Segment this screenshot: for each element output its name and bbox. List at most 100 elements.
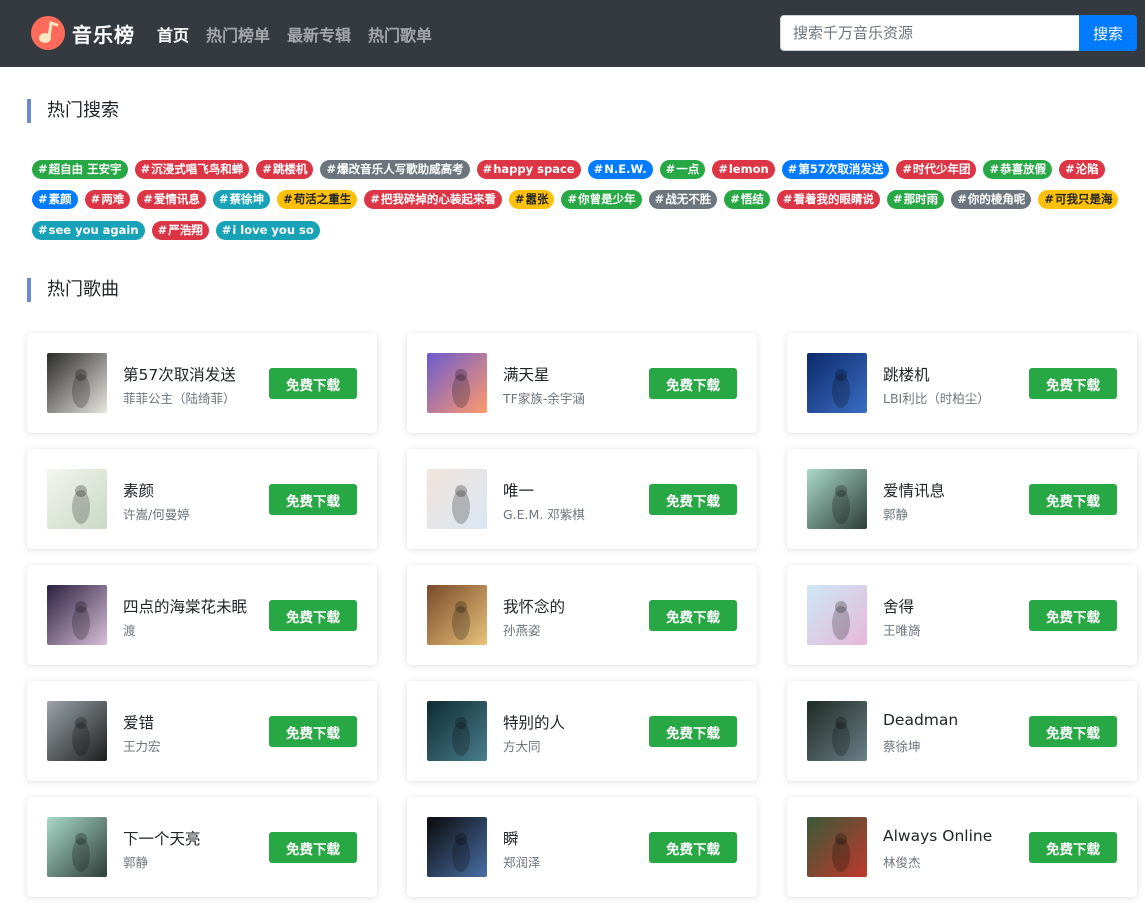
song-title[interactable]: 我怀念的 xyxy=(503,595,565,617)
search-button[interactable]: 搜索 xyxy=(1079,15,1137,51)
album-cover[interactable] xyxy=(47,817,107,877)
hot-search-tag[interactable]: #爱情讯息 xyxy=(137,190,206,209)
song-card[interactable]: 爱错 王力宏 免费下载 xyxy=(27,681,377,781)
album-cover[interactable] xyxy=(807,353,867,413)
song-card[interactable]: 四点的海棠花未眠渡 免费下载 xyxy=(27,565,377,665)
free-download-button[interactable]: 免费下载 xyxy=(269,832,357,863)
hot-search-tag[interactable]: #沉浸式唱飞鸟和蝉 xyxy=(134,160,250,179)
hot-search-tag[interactable]: #严浩翔 xyxy=(151,221,209,240)
song-card[interactable]: 满天星 TF家族-余宇涵 免费下载 xyxy=(407,333,757,433)
free-download-button[interactable]: 免费下载 xyxy=(1029,716,1117,747)
free-download-button[interactable]: 免费下载 xyxy=(649,600,737,631)
album-cover[interactable] xyxy=(47,353,107,413)
hot-search-tag[interactable]: #i love you so xyxy=(215,221,320,240)
hot-search-tag[interactable]: #时代少年团 xyxy=(896,160,977,179)
free-download-button[interactable]: 免费下载 xyxy=(1029,600,1117,631)
album-cover[interactable] xyxy=(47,701,107,761)
album-cover[interactable] xyxy=(427,701,487,761)
album-cover[interactable] xyxy=(807,701,867,761)
hot-search-tag[interactable]: #lemon xyxy=(712,160,775,179)
free-download-button[interactable]: 免费下载 xyxy=(649,368,737,399)
hot-search-tag[interactable]: #嚣张 xyxy=(508,190,555,209)
song-card[interactable]: 素颜许嵩/何曼婷 免费下载 xyxy=(27,449,377,549)
hot-search-tag[interactable]: #你曾是少年 xyxy=(561,190,642,209)
nav-hot-playlists[interactable]: 热门歌单 xyxy=(368,22,432,46)
song-card[interactable]: 下一个天亮 郭静 免费下载 xyxy=(27,797,377,897)
nav-hot-charts[interactable]: 热门榜单 xyxy=(206,22,270,46)
tag-label: happy space xyxy=(493,162,575,176)
hot-search-tag[interactable]: #一点 xyxy=(659,160,706,179)
album-cover[interactable] xyxy=(807,585,867,645)
hot-search-tag[interactable]: #happy space xyxy=(476,160,581,179)
free-download-button[interactable]: 免费下载 xyxy=(1029,484,1117,515)
hot-search-tag[interactable]: #see you again xyxy=(32,221,145,240)
song-title[interactable]: 满天星 xyxy=(503,363,550,385)
song-title[interactable]: 下一个天亮 xyxy=(123,827,201,849)
free-download-button[interactable]: 免费下载 xyxy=(649,484,737,515)
free-download-button[interactable]: 免费下载 xyxy=(269,484,357,515)
song-title[interactable]: 爱情讯息 xyxy=(883,479,945,501)
song-title[interactable]: 特别的人 xyxy=(503,711,565,733)
hot-search-tag[interactable]: #素颜 xyxy=(32,190,78,209)
free-download-button[interactable]: 免费下载 xyxy=(649,716,737,747)
free-download-button[interactable]: 免费下载 xyxy=(1029,368,1117,399)
song-title[interactable]: Always Online xyxy=(883,827,992,845)
song-card[interactable]: 第57次取消发送 菲菲公主（陆绮菲） 免费下载 xyxy=(27,333,377,433)
free-download-button[interactable]: 免费下载 xyxy=(269,368,357,399)
song-card[interactable]: Always Online 林俊杰 免费下载 xyxy=(787,797,1137,897)
hot-search-tag[interactable]: #N.E.W. xyxy=(587,160,653,179)
album-cover[interactable] xyxy=(427,585,487,645)
album-cover[interactable] xyxy=(47,469,107,529)
song-card[interactable]: 跳楼机 LBI利比（时柏尘） 免费下载 xyxy=(787,333,1137,433)
song-card[interactable]: 特别的人 方大同 免费下载 xyxy=(407,681,757,781)
album-cover[interactable] xyxy=(807,817,867,877)
free-download-button[interactable]: 免费下载 xyxy=(269,716,357,747)
hot-search-tag[interactable]: #那时雨 xyxy=(887,190,945,209)
song-title[interactable]: 瞬 xyxy=(503,827,519,849)
hot-search-tag[interactable]: #战无不胜 xyxy=(648,190,718,209)
song-card[interactable]: 瞬郑润泽 免费下载 xyxy=(407,797,757,897)
free-download-button[interactable]: 免费下载 xyxy=(269,600,357,631)
song-card[interactable]: Deadman 蔡徐坤 免费下载 xyxy=(787,681,1137,781)
album-cover[interactable] xyxy=(427,469,487,529)
hash-icon: # xyxy=(262,162,272,176)
hot-search-tag[interactable]: #第57次取消发送 xyxy=(781,160,890,179)
album-cover[interactable] xyxy=(427,353,487,413)
song-card[interactable]: 我怀念的 孙燕姿 免费下载 xyxy=(407,565,757,665)
song-title[interactable]: 跳楼机 xyxy=(883,363,930,385)
hot-search-tag[interactable]: #超自由 王安宇 xyxy=(32,160,128,179)
hot-search-tag[interactable]: #可我只是海 xyxy=(1038,190,1119,209)
hot-search-tag[interactable]: #爆改音乐人写歌助威高考 xyxy=(320,160,470,179)
song-title[interactable]: Deadman xyxy=(883,711,958,729)
hot-search-tag[interactable]: #沦陷 xyxy=(1059,160,1105,179)
song-card[interactable]: 舍得 王唯旖 免费下载 xyxy=(787,565,1137,665)
song-title[interactable]: 四点的海棠花未眠 xyxy=(123,595,247,617)
hot-search-tag[interactable]: #你的棱角呢 xyxy=(951,190,1032,209)
brand[interactable]: 音乐榜 xyxy=(30,14,135,52)
song-title[interactable]: 素颜 xyxy=(123,479,154,501)
song-title[interactable]: 舍得 xyxy=(883,595,914,617)
hot-search-tag[interactable]: #跳楼机 xyxy=(256,160,314,179)
hot-search-tag[interactable]: #苟活之重生 xyxy=(277,190,358,209)
tag-row: #超自由 王安宇 #沉浸式唱飞鸟和蝉 #跳楼机 #爆改音乐人写歌助威高考 #happy … xyxy=(32,160,1112,182)
song-card[interactable]: 爱情讯息 郭静 免费下载 xyxy=(787,449,1137,549)
song-card[interactable]: 唯一 G.E.M. 邓紫棋 免费下载 xyxy=(407,449,757,549)
hot-search-tag[interactable]: #蔡徐坤 xyxy=(212,190,271,209)
song-title[interactable]: 唯一 xyxy=(503,479,534,501)
nav-new-albums[interactable]: 最新专辑 xyxy=(287,22,351,46)
album-cover[interactable] xyxy=(47,585,107,645)
free-download-button[interactable]: 免费下载 xyxy=(649,832,737,863)
hot-search-tag[interactable]: #两难 xyxy=(84,190,131,209)
album-cover[interactable] xyxy=(427,817,487,877)
hot-search-tag[interactable]: #悟结 xyxy=(724,190,770,209)
free-download-button[interactable]: 免费下载 xyxy=(1029,832,1117,863)
hot-search-tag[interactable]: #把我碎掉的心装起来看 xyxy=(364,190,502,209)
song-title[interactable]: 爱错 xyxy=(123,711,154,733)
search-input[interactable] xyxy=(780,15,1080,51)
song-artist: 许嵩/何曼婷 xyxy=(123,507,190,522)
hot-search-tag[interactable]: #看着我的眼睛说 xyxy=(776,190,881,209)
album-cover[interactable] xyxy=(807,469,867,529)
nav-home[interactable]: 首页 xyxy=(157,22,189,46)
hot-search-tag[interactable]: #恭喜放假 xyxy=(983,160,1053,179)
song-title[interactable]: 第57次取消发送 xyxy=(123,363,236,385)
